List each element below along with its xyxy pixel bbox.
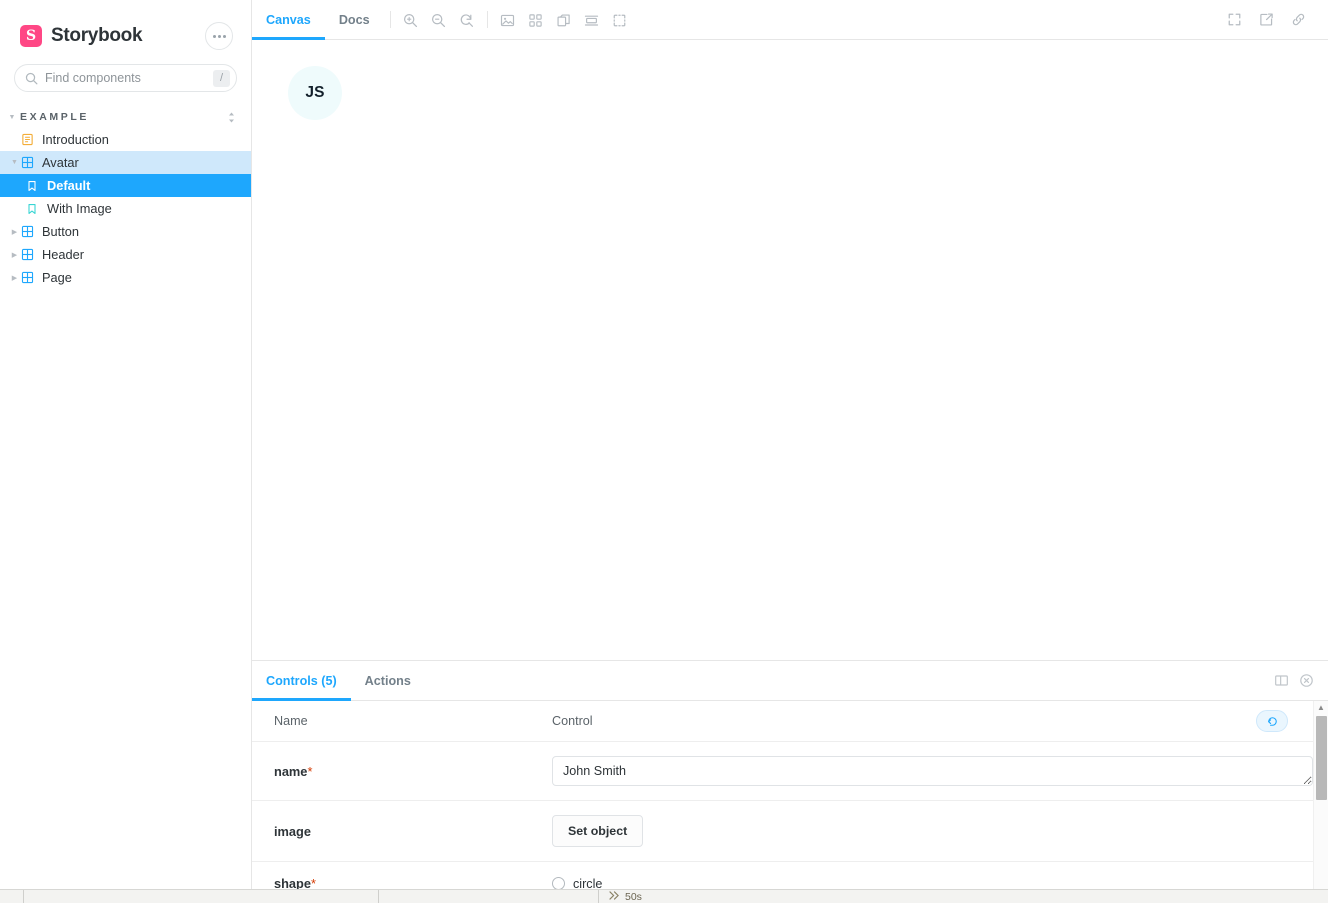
scrollbar-track[interactable] xyxy=(1314,714,1328,890)
status-cell xyxy=(24,890,379,903)
sidebar-item-label: Button xyxy=(42,224,79,239)
component-icon xyxy=(21,225,35,238)
component-icon xyxy=(21,271,35,284)
sidebar-item-introduction[interactable]: Introduction xyxy=(0,128,251,151)
arg-label-image: image xyxy=(252,800,530,862)
toolbar-divider xyxy=(486,11,488,28)
table-header-row: Name Control xyxy=(252,701,1328,742)
control-row-name: name* xyxy=(252,741,1328,801)
controls-scrollbar[interactable]: ▲ ▼ xyxy=(1313,701,1328,903)
search-box[interactable]: / xyxy=(14,64,237,92)
tab-actions[interactable]: Actions xyxy=(351,661,425,701)
open-new-tab-icon[interactable] xyxy=(1252,0,1280,40)
sidebar-header: S Storybook xyxy=(0,0,251,54)
zoom-out-icon[interactable] xyxy=(425,0,453,40)
status-cell xyxy=(0,890,24,903)
status-timer-label: 50s xyxy=(625,890,642,903)
control-row-image: image Set object xyxy=(252,800,1328,862)
control-cell-name xyxy=(530,741,1328,801)
chevron-down-icon: ▼ xyxy=(8,113,16,121)
outline-icon[interactable] xyxy=(606,0,634,40)
name-textarea[interactable] xyxy=(552,756,1313,786)
sidebar-item-label: Introduction xyxy=(42,132,109,147)
column-header-control-label: Control xyxy=(552,714,593,728)
chevron-right-icon[interactable]: ▶ xyxy=(8,228,21,236)
arg-name-text: name xyxy=(274,763,308,779)
ellipsis-icon[interactable] xyxy=(205,22,233,50)
sidebar-item-button[interactable]: ▶ Button xyxy=(0,220,251,243)
viewport-icon[interactable] xyxy=(578,0,606,40)
measure-icon[interactable] xyxy=(550,0,578,40)
component-icon xyxy=(21,156,35,169)
sidebar-item-label: Page xyxy=(42,270,72,285)
controls-table: Name Control name* John Smith image Set … xyxy=(252,701,1328,903)
expand-collapse-all-icon[interactable] xyxy=(226,111,237,124)
zoom-reset-icon[interactable] xyxy=(453,0,481,40)
scroll-up-icon[interactable]: ▲ xyxy=(1317,701,1325,714)
tab-canvas[interactable]: Canvas xyxy=(252,0,325,40)
grid-icon[interactable] xyxy=(522,0,550,40)
story-icon xyxy=(26,203,40,215)
required-marker: * xyxy=(307,763,313,779)
sidebar-item-header[interactable]: ▶ Header xyxy=(0,243,251,266)
close-panel-icon[interactable] xyxy=(1299,673,1314,688)
tree-section-example[interactable]: ▼ EXAMPLE xyxy=(0,106,251,128)
tab-docs[interactable]: Docs xyxy=(325,0,384,40)
brand-name: Storybook xyxy=(51,25,143,46)
sidebar-item-default[interactable]: Default xyxy=(0,174,251,197)
status-timer: 50s xyxy=(599,891,642,903)
component-tree: ▼ EXAMPLE Introduction ▼ Avatar Default … xyxy=(0,106,251,903)
fast-forward-icon xyxy=(609,890,620,903)
backgrounds-icon[interactable] xyxy=(494,0,522,40)
search-shortcut-badge: / xyxy=(212,69,230,87)
sidebar-item-label: Header xyxy=(42,247,84,262)
panel-layout-icon[interactable] xyxy=(1274,673,1289,688)
sidebar-item-avatar[interactable]: ▼ Avatar xyxy=(0,151,251,174)
column-header-control: Control xyxy=(530,701,1328,742)
search-container: / xyxy=(0,54,251,92)
scrollbar-thumb[interactable] xyxy=(1315,716,1327,800)
controls-table-container: Name Control name* John Smith image Set … xyxy=(252,701,1328,903)
chevron-right-icon[interactable]: ▶ xyxy=(8,251,21,259)
search-icon xyxy=(25,72,38,85)
set-object-button[interactable]: Set object xyxy=(552,815,644,847)
sidebar-item-label: Default xyxy=(47,178,91,193)
storybook-app: S Storybook / ▼ EXAMPLE xyxy=(0,0,1328,903)
tree-section-label: EXAMPLE xyxy=(20,111,89,123)
addons-panel: Controls (5) Actions Name Control name* … xyxy=(252,660,1328,903)
bottom-status-bar: 50s xyxy=(0,889,1328,903)
reset-controls-icon[interactable] xyxy=(1256,710,1288,732)
tab-controls[interactable]: Controls (5) xyxy=(252,661,351,701)
toolbar-divider xyxy=(389,11,391,28)
column-header-name: Name xyxy=(252,701,530,742)
chevron-down-icon[interactable]: ▼ xyxy=(8,159,21,166)
brand[interactable]: S Storybook xyxy=(20,25,143,47)
sidebar-item-with-image[interactable]: With Image xyxy=(0,197,251,220)
chevron-right-icon[interactable]: ▶ xyxy=(8,274,21,282)
zoom-in-icon[interactable] xyxy=(397,0,425,40)
component-icon xyxy=(21,248,35,261)
sidebar-item-label: With Image xyxy=(47,201,112,216)
main-area: Canvas Docs JS Controls (5) Actions Name… xyxy=(252,0,1328,903)
tabbar-spacer xyxy=(425,661,1274,700)
fullscreen-icon[interactable] xyxy=(1220,0,1248,40)
sidebar-item-page[interactable]: ▶ Page xyxy=(0,266,251,289)
arg-label-name: name* xyxy=(252,741,530,801)
addons-tabbar: Controls (5) Actions xyxy=(252,661,1328,701)
status-cell xyxy=(379,890,599,903)
control-cell-image: Set object xyxy=(530,800,1328,862)
copy-link-icon[interactable] xyxy=(1284,0,1312,40)
storybook-logo-icon: S xyxy=(20,25,42,47)
avatar: JS xyxy=(288,66,342,120)
document-icon xyxy=(21,133,35,146)
story-icon xyxy=(26,180,40,192)
search-input[interactable] xyxy=(45,71,213,85)
sidebar-item-label: Avatar xyxy=(42,155,79,170)
sidebar: S Storybook / ▼ EXAMPLE xyxy=(0,0,252,903)
story-canvas: JS xyxy=(252,40,1328,660)
preview-toolbar: Canvas Docs xyxy=(252,0,1328,40)
